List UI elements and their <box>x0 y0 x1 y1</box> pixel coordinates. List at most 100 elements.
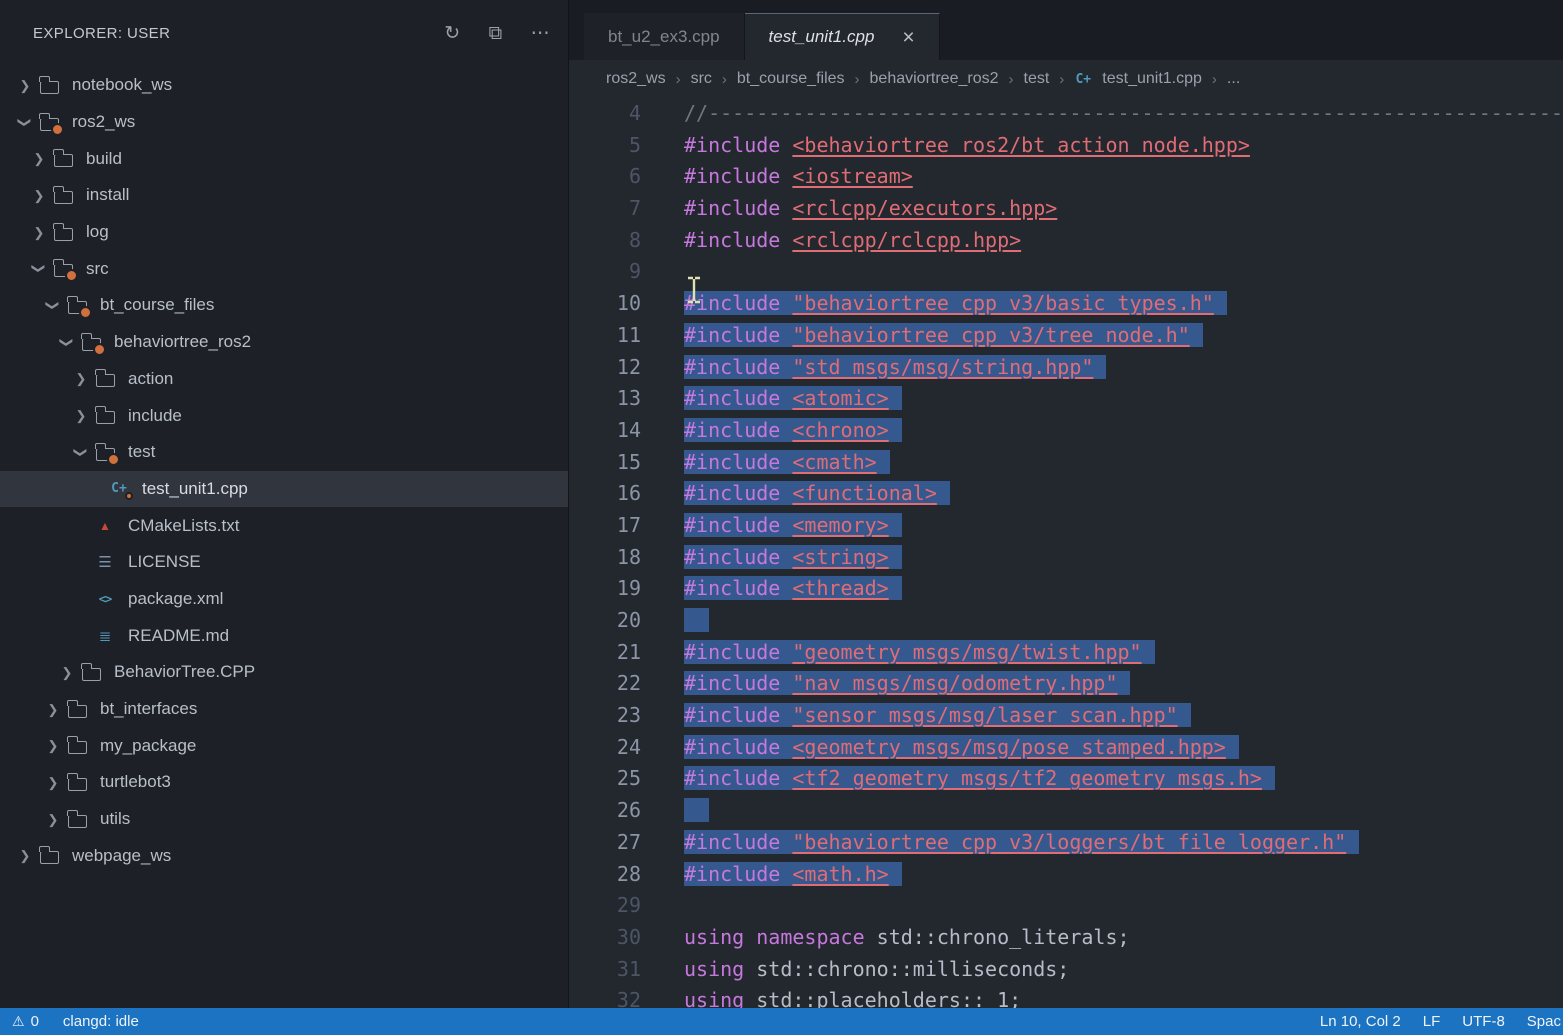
tree-item-build[interactable]: ❯build <box>0 140 568 177</box>
tree-item-notebook_ws[interactable]: ❯notebook_ws <box>0 67 568 104</box>
tree-item-test[interactable]: ❯test <box>0 434 568 471</box>
code-line-30[interactable]: 30using namespace std::chrono_literals; <box>569 922 1563 954</box>
status-eol[interactable]: LF <box>1423 1013 1441 1030</box>
tree-item-BehaviorTree.CPP[interactable]: ❯BehaviorTree.CPP <box>0 654 568 691</box>
tree-item-bt_course_files[interactable]: ❯bt_course_files <box>0 287 568 324</box>
tree-item-LICENSE[interactable]: ☰LICENSE <box>0 544 568 581</box>
code-line-10[interactable]: 10#include "behaviortree_cpp_v3/basic_ty… <box>569 288 1563 320</box>
line-content: #include <string> <box>684 542 902 574</box>
code-line-18[interactable]: 18#include <string> <box>569 542 1563 574</box>
tree-item-install[interactable]: ❯install <box>0 177 568 214</box>
code-line-24[interactable]: 24#include <geometry_msgs/msg/pose_stamp… <box>569 732 1563 764</box>
tree-item-label: action <box>128 369 173 389</box>
breadcrumb-item[interactable]: src <box>691 70 712 88</box>
line-number: 4 <box>569 98 641 130</box>
line-number: 32 <box>569 985 641 1008</box>
code-line-19[interactable]: 19#include <thread> <box>569 573 1563 605</box>
code-line-20[interactable]: 20 <box>569 605 1563 637</box>
chevron-right-icon: ❯ <box>40 739 66 752</box>
line-number: 31 <box>569 954 641 986</box>
code-line-21[interactable]: 21#include "geometry_msgs/msg/twist.hpp" <box>569 637 1563 669</box>
code-line-8[interactable]: 8#include <rclcpp/rclcpp.hpp> <box>569 225 1563 257</box>
folder-shape <box>68 815 87 828</box>
tree-item-test_unit1.cpp[interactable]: C+test_unit1.cpp <box>0 471 568 508</box>
tree-item-ros2_ws[interactable]: ❯ros2_ws <box>0 104 568 141</box>
code-line-12[interactable]: 12#include "std_msgs/msg/string.hpp" <box>569 352 1563 384</box>
line-content: #include <rclcpp/executors.hpp> <box>684 193 1057 225</box>
tab-test_unit1.cpp[interactable]: test_unit1.cpp× <box>745 13 940 60</box>
code-line-25[interactable]: 25#include <tf2_geometry_msgs/tf2_geomet… <box>569 763 1563 795</box>
tree-item-behaviortree_ros2[interactable]: ❯behaviortree_ros2 <box>0 324 568 361</box>
status-indentation[interactable]: Spac <box>1527 1013 1561 1030</box>
line-number: 12 <box>569 352 641 384</box>
tree-item-CMakeLists.txt[interactable]: ▲CMakeLists.txt <box>0 507 568 544</box>
tab-label: bt_u2_ex3.cpp <box>608 27 720 47</box>
code-line-9[interactable]: 9 <box>569 256 1563 288</box>
tree-item-label: README.md <box>128 626 229 646</box>
tree-item-package.xml[interactable]: <>package.xml <box>0 581 568 618</box>
tree-item-log[interactable]: ❯log <box>0 214 568 251</box>
status-cursor-position[interactable]: Ln 10, Col 2 <box>1320 1013 1401 1030</box>
line-text: //--------------------------------------… <box>684 101 1563 125</box>
tree-item-my_package[interactable]: ❯my_package <box>0 727 568 764</box>
status-encoding[interactable]: UTF-8 <box>1462 1013 1505 1030</box>
explorer-header: EXPLORER: USER ↻⧉⋯ <box>0 0 568 67</box>
line-text: using std::placeholders::_1; <box>684 988 1021 1008</box>
code-line-16[interactable]: 16#include <functional> <box>569 478 1563 510</box>
code-line-14[interactable]: 14#include <chrono> <box>569 415 1563 447</box>
code-line-5[interactable]: 5#include <behaviortree_ros2/bt_action_n… <box>569 130 1563 162</box>
code-line-22[interactable]: 22#include "nav_msgs/msg/odometry.hpp" <box>569 668 1563 700</box>
line-number: 27 <box>569 827 641 859</box>
tree-item-include[interactable]: ❯include <box>0 397 568 434</box>
folder-shape <box>54 228 73 241</box>
chevron-right-icon: › <box>1009 71 1014 88</box>
code-line-28[interactable]: 28#include <math.h> <box>569 859 1563 891</box>
code-line-32[interactable]: 32 using std::placeholders::_1; <box>569 985 1563 1008</box>
code-line-11[interactable]: 11#include "behaviortree_cpp_v3/tree_nod… <box>569 320 1563 352</box>
tree-item-action[interactable]: ❯action <box>0 361 568 398</box>
code-token: #include <box>684 513 780 537</box>
code-token: #include <box>684 640 780 664</box>
tree-item-utils[interactable]: ❯utils <box>0 801 568 838</box>
code-line-31[interactable]: 31using std::chrono::milliseconds; <box>569 954 1563 986</box>
cpp-icon: C+ <box>1074 69 1092 89</box>
chevron-down-icon: ❯ <box>75 439 88 465</box>
line-number: 16 <box>569 478 641 510</box>
code-token: "nav_msgs/msg/odometry.hpp" <box>792 671 1117 695</box>
line-number: 19 <box>569 573 641 605</box>
breadcrumb-item[interactable]: ... <box>1227 70 1240 88</box>
tree-item-README.md[interactable]: ≣README.md <box>0 617 568 654</box>
tab-bt_u2_ex3.cpp[interactable]: bt_u2_ex3.cpp <box>584 13 745 60</box>
breadcrumb-item[interactable]: behaviortree_ros2 <box>870 70 999 88</box>
tree-item-webpage_ws[interactable]: ❯webpage_ws <box>0 837 568 874</box>
folder-shape <box>40 118 59 131</box>
code-line-7[interactable]: 7#include <rclcpp/executors.hpp> <box>569 193 1563 225</box>
more-icon[interactable]: ⋯ <box>531 24 550 43</box>
breadcrumb-item[interactable]: bt_course_files <box>737 70 845 88</box>
tree-item-src[interactable]: ❯src <box>0 250 568 287</box>
status-problems[interactable]: ⚠0 <box>12 1013 39 1030</box>
code-line-4[interactable]: 4 //-------------------------------------… <box>569 98 1563 130</box>
code-line-27[interactable]: 27#include "behaviortree_cpp_v3/loggers/… <box>569 827 1563 859</box>
code-line-13[interactable]: 13#include <atomic> <box>569 383 1563 415</box>
tree-item-label: CMakeLists.txt <box>128 516 239 536</box>
tree-item-bt_interfaces[interactable]: ❯bt_interfaces <box>0 691 568 728</box>
code-line-6[interactable]: 6#include <iostream> <box>569 161 1563 193</box>
status-clangd[interactable]: clangd: idle <box>63 1013 139 1030</box>
breadcrumb-item[interactable]: ros2_ws <box>606 70 666 88</box>
close-icon[interactable]: × <box>902 27 914 48</box>
code-line-26[interactable]: 26 <box>569 795 1563 827</box>
collapse-all-icon[interactable]: ⧉ <box>489 24 503 43</box>
chevron-right-icon: ❯ <box>54 666 80 679</box>
refresh-icon[interactable]: ↻ <box>444 24 460 43</box>
selected-text: #include "behaviortree_cpp_v3/basic_type… <box>684 291 1227 315</box>
tree-item-turtlebot3[interactable]: ❯turtlebot3 <box>0 764 568 801</box>
breadcrumb-item[interactable]: test_unit1.cpp <box>1102 70 1202 88</box>
breadcrumb-item[interactable]: test <box>1024 70 1050 88</box>
code-token: #include <box>684 862 780 886</box>
code-line-15[interactable]: 15#include <cmath> <box>569 447 1563 479</box>
code-line-29[interactable]: 29 <box>569 890 1563 922</box>
code-line-23[interactable]: 23#include "sensor_msgs/msg/laser_scan.h… <box>569 700 1563 732</box>
code-line-17[interactable]: 17#include <memory> <box>569 510 1563 542</box>
folder-icon <box>66 809 88 829</box>
